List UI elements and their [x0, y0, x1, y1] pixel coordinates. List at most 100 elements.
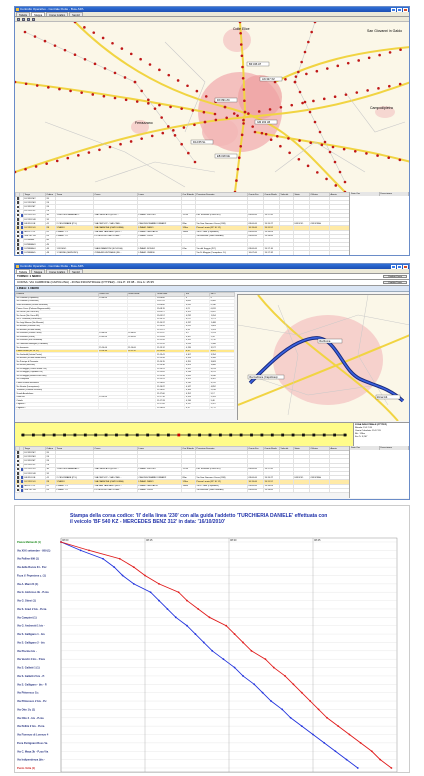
- stop-dot[interactable]: [388, 51, 392, 54]
- timeline-stop[interactable]: [239, 433, 243, 437]
- event-col-date[interactable]: Data Ora: [350, 446, 380, 450]
- timeline-stop[interactable]: [52, 433, 56, 437]
- stop-dot[interactable]: [213, 112, 217, 116]
- stop-dot[interactable]: [176, 79, 180, 82]
- stop-dot[interactable]: [135, 100, 139, 103]
- stop-dot[interactable]: [35, 84, 39, 87]
- checkbox[interactable]: [16, 251, 19, 255]
- checkbox[interactable]: [16, 451, 19, 454]
- tab-corse-grafico[interactable]: Corse Grafico: [46, 269, 69, 274]
- stop-dot[interactable]: [193, 123, 196, 127]
- stop-dot[interactable]: [140, 137, 143, 140]
- change-trip-button[interactable]: Cambia Corsa: [383, 274, 407, 279]
- close-button[interactable]: [403, 264, 408, 269]
- stop-dot[interactable]: [73, 53, 77, 57]
- checkbox[interactable]: [16, 247, 19, 250]
- timeline-stop[interactable]: [343, 433, 347, 437]
- stop-dot[interactable]: [398, 158, 402, 162]
- stop-dot[interactable]: [333, 160, 337, 164]
- stop-dot[interactable]: [264, 132, 268, 136]
- timeline-stop[interactable]: [21, 433, 25, 437]
- refresh-icon[interactable]: [32, 17, 35, 21]
- stop-dot[interactable]: [316, 171, 319, 174]
- checkbox[interactable]: [16, 197, 19, 200]
- stop-dot[interactable]: [173, 134, 177, 137]
- stop-dot[interactable]: [239, 43, 243, 46]
- stop-dot[interactable]: [328, 150, 332, 154]
- stop-dot[interactable]: [290, 103, 294, 107]
- timeline-stop[interactable]: [302, 433, 305, 437]
- event-col-date[interactable]: Data Ora: [350, 192, 380, 196]
- timeline-stop[interactable]: [73, 433, 77, 437]
- stop-dot[interactable]: [158, 68, 161, 72]
- timeline-stop[interactable]: [83, 433, 87, 437]
- stop-dot[interactable]: [180, 107, 183, 110]
- map-view[interactable]: Colle Elice San Giovanni in Galdo Ferraz…: [15, 22, 409, 192]
- stop-dot[interactable]: [63, 48, 67, 52]
- timeline-stop[interactable]: [229, 433, 233, 437]
- stop-dot[interactable]: [305, 72, 308, 76]
- stop-dot[interactable]: [195, 89, 199, 93]
- stop-dot[interactable]: [366, 89, 369, 92]
- stop-dot[interactable]: [297, 158, 301, 161]
- stop-dot[interactable]: [334, 184, 338, 187]
- checkbox[interactable]: [16, 210, 19, 213]
- stop-dot[interactable]: [186, 84, 189, 88]
- stop-dot[interactable]: [253, 130, 257, 134]
- stop-dot[interactable]: [111, 41, 114, 45]
- stop-dot[interactable]: [92, 31, 96, 34]
- stop-dot[interactable]: [147, 98, 150, 102]
- stop-dot[interactable]: [93, 62, 97, 66]
- stop-dot[interactable]: [260, 131, 264, 135]
- timeline-stop[interactable]: [270, 433, 274, 437]
- stop-dot[interactable]: [284, 78, 287, 81]
- timeline-stop[interactable]: [218, 433, 222, 437]
- stop-dot[interactable]: [309, 141, 313, 145]
- stop-dot[interactable]: [303, 100, 307, 104]
- map-stop-label[interactable]: Via Carbone (Capolinea): [247, 374, 285, 380]
- stop-dot[interactable]: [242, 88, 246, 91]
- bus-marker[interactable]: GM 202 LB: [254, 119, 278, 125]
- tab-tabelle[interactable]: Tabelle: [16, 269, 31, 274]
- stop-dot[interactable]: [161, 131, 165, 135]
- stop-dot[interactable]: [101, 36, 105, 40]
- stop-dot[interactable]: [287, 137, 290, 140]
- timeline-stop[interactable]: [63, 433, 66, 437]
- zoom-in-icon[interactable]: [17, 17, 20, 21]
- stop-dot[interactable]: [251, 125, 254, 128]
- stop-dot[interactable]: [346, 61, 350, 65]
- stop-dot[interactable]: [236, 167, 240, 171]
- tab-mappa[interactable]: Mappa: [31, 12, 46, 17]
- stop-dot[interactable]: [83, 57, 87, 61]
- stop-dot[interactable]: [365, 152, 368, 155]
- stop-dot[interactable]: [202, 110, 206, 114]
- stop-dot[interactable]: [398, 82, 402, 86]
- stop-dot[interactable]: [241, 76, 245, 80]
- table-row[interactable]: GM 202 LB 43 LINEA 1 T4 P.ZZA PEPE-VIA FLOR…: [15, 487, 351, 493]
- checkbox[interactable]: [16, 201, 19, 204]
- stop-dot[interactable]: [203, 120, 207, 124]
- stop-dot[interactable]: [167, 73, 171, 77]
- checkbox[interactable]: [16, 243, 19, 246]
- stop-dot[interactable]: [269, 138, 273, 141]
- stop-dot[interactable]: [172, 129, 175, 132]
- timeline-stop[interactable]: [250, 433, 253, 437]
- stop-dot[interactable]: [87, 151, 91, 154]
- bus-marker[interactable]: DX 891 ZC: [214, 97, 238, 103]
- stop-dot[interactable]: [180, 142, 183, 146]
- table-row[interactable]: DX380EH5 48 1 VERDE (SERVIZIO) ZONA INDUSTR…: [15, 250, 351, 255]
- stop-dot[interactable]: [297, 70, 300, 74]
- stop-dot[interactable]: [45, 162, 48, 165]
- stop-dot[interactable]: [225, 116, 228, 120]
- stop-dot[interactable]: [298, 139, 301, 142]
- stop-dot[interactable]: [235, 179, 238, 182]
- stop-dot[interactable]: [58, 87, 61, 91]
- stop-dot[interactable]: [139, 57, 142, 61]
- stop-dot[interactable]: [338, 170, 342, 174]
- stop-dot[interactable]: [320, 143, 324, 147]
- stop-dot[interactable]: [140, 89, 143, 93]
- stop-dot[interactable]: [326, 67, 329, 70]
- stop-row[interactable]: Pagliaro 2 15:18:03 0,12 5,717: [15, 405, 235, 411]
- stop-dot[interactable]: [242, 118, 245, 122]
- timeline-stop[interactable]: [156, 433, 160, 437]
